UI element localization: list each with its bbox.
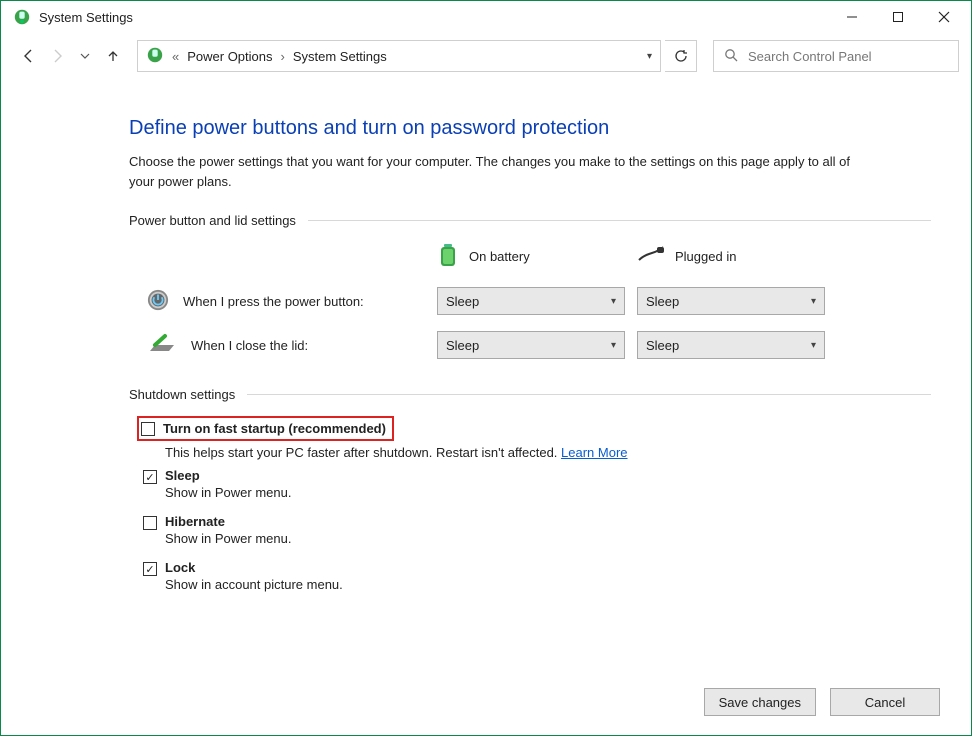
window-title: System Settings xyxy=(39,10,133,25)
checkbox-hibernate[interactable] xyxy=(143,516,157,530)
sleep-label: Sleep xyxy=(165,468,291,483)
sleep-sub: Show in Power menu. xyxy=(165,485,291,500)
control-panel-icon xyxy=(146,46,164,67)
page-intro: Choose the power settings that you want … xyxy=(129,152,869,191)
col-plugged-label: Plugged in xyxy=(675,249,736,264)
back-button[interactable] xyxy=(17,44,41,68)
chevron-down-icon: ▾ xyxy=(611,296,616,307)
address-dropdown[interactable]: ▾ xyxy=(647,51,652,62)
breadcrumb-prefix: « xyxy=(172,49,179,64)
section-shutdown-label: Shutdown settings xyxy=(129,387,235,402)
page-title: Define power buttons and turn on passwor… xyxy=(129,117,931,140)
up-button[interactable] xyxy=(101,44,125,68)
row-lid: When I close the lid: xyxy=(147,333,437,358)
breadcrumb-system-settings[interactable]: System Settings xyxy=(293,49,387,64)
save-button[interactable]: Save changes xyxy=(704,688,816,716)
row-power-button-label: When I press the power button: xyxy=(183,294,364,309)
row-lid-label: When I close the lid: xyxy=(191,338,308,353)
forward-button[interactable] xyxy=(45,44,69,68)
col-battery-label: On battery xyxy=(469,249,530,264)
select-power-plugged[interactable]: Sleep▾ xyxy=(637,287,825,315)
fast-startup-label: Turn on fast startup (recommended) xyxy=(163,421,386,436)
search-placeholder: Search Control Panel xyxy=(748,49,872,64)
footer: Save changes Cancel xyxy=(704,688,940,716)
checkbox-sleep[interactable]: ✓ xyxy=(143,470,157,484)
select-power-battery[interactable]: Sleep▾ xyxy=(437,287,625,315)
breadcrumb-power-options[interactable]: Power Options xyxy=(187,49,272,64)
close-button[interactable] xyxy=(921,3,967,31)
maximize-button[interactable] xyxy=(875,3,921,31)
select-lid-battery[interactable]: Sleep▾ xyxy=(437,331,625,359)
chevron-right-icon: › xyxy=(281,49,285,64)
learn-more-link[interactable]: Learn More xyxy=(561,445,627,460)
lock-sub: Show in account picture menu. xyxy=(165,577,343,592)
lock-label: Lock xyxy=(165,560,343,575)
hibernate-label: Hibernate xyxy=(165,514,291,529)
section-shutdown-title: Shutdown settings xyxy=(129,387,931,402)
checkbox-fast-startup[interactable] xyxy=(141,422,155,436)
checkbox-lock[interactable]: ✓ xyxy=(143,562,157,576)
col-plugged: Plugged in xyxy=(637,246,837,267)
chevron-down-icon: ▾ xyxy=(611,340,616,351)
plug-icon xyxy=(637,246,665,267)
col-battery: On battery xyxy=(437,242,637,271)
hibernate-sub: Show in Power menu. xyxy=(165,531,291,546)
app-icon xyxy=(13,8,31,26)
minimize-button[interactable] xyxy=(829,3,875,31)
section-power-title: Power button and lid settings xyxy=(129,213,931,228)
cancel-button[interactable]: Cancel xyxy=(830,688,940,716)
fast-startup-sub: This helps start your PC faster after sh… xyxy=(165,445,561,460)
titlebar: System Settings xyxy=(1,1,971,33)
chevron-down-icon: ▾ xyxy=(811,296,816,307)
address-bar[interactable]: « Power Options › System Settings ▾ xyxy=(137,40,661,72)
highlight-fast-startup: Turn on fast startup (recommended) xyxy=(137,416,394,441)
refresh-button[interactable] xyxy=(665,40,697,72)
section-power-label: Power button and lid settings xyxy=(129,213,296,228)
search-icon xyxy=(724,48,738,65)
select-lid-plugged[interactable]: Sleep▾ xyxy=(637,331,825,359)
power-icon xyxy=(147,289,169,314)
toolbar: « Power Options › System Settings ▾ Sear… xyxy=(1,33,971,79)
main-content: Define power buttons and turn on passwor… xyxy=(1,79,971,600)
battery-icon xyxy=(437,242,459,271)
chevron-down-icon: ▾ xyxy=(811,340,816,351)
lid-icon xyxy=(147,333,177,358)
row-power-button: When I press the power button: xyxy=(147,289,437,314)
search-input[interactable]: Search Control Panel xyxy=(713,40,959,72)
recent-dropdown[interactable] xyxy=(73,44,97,68)
